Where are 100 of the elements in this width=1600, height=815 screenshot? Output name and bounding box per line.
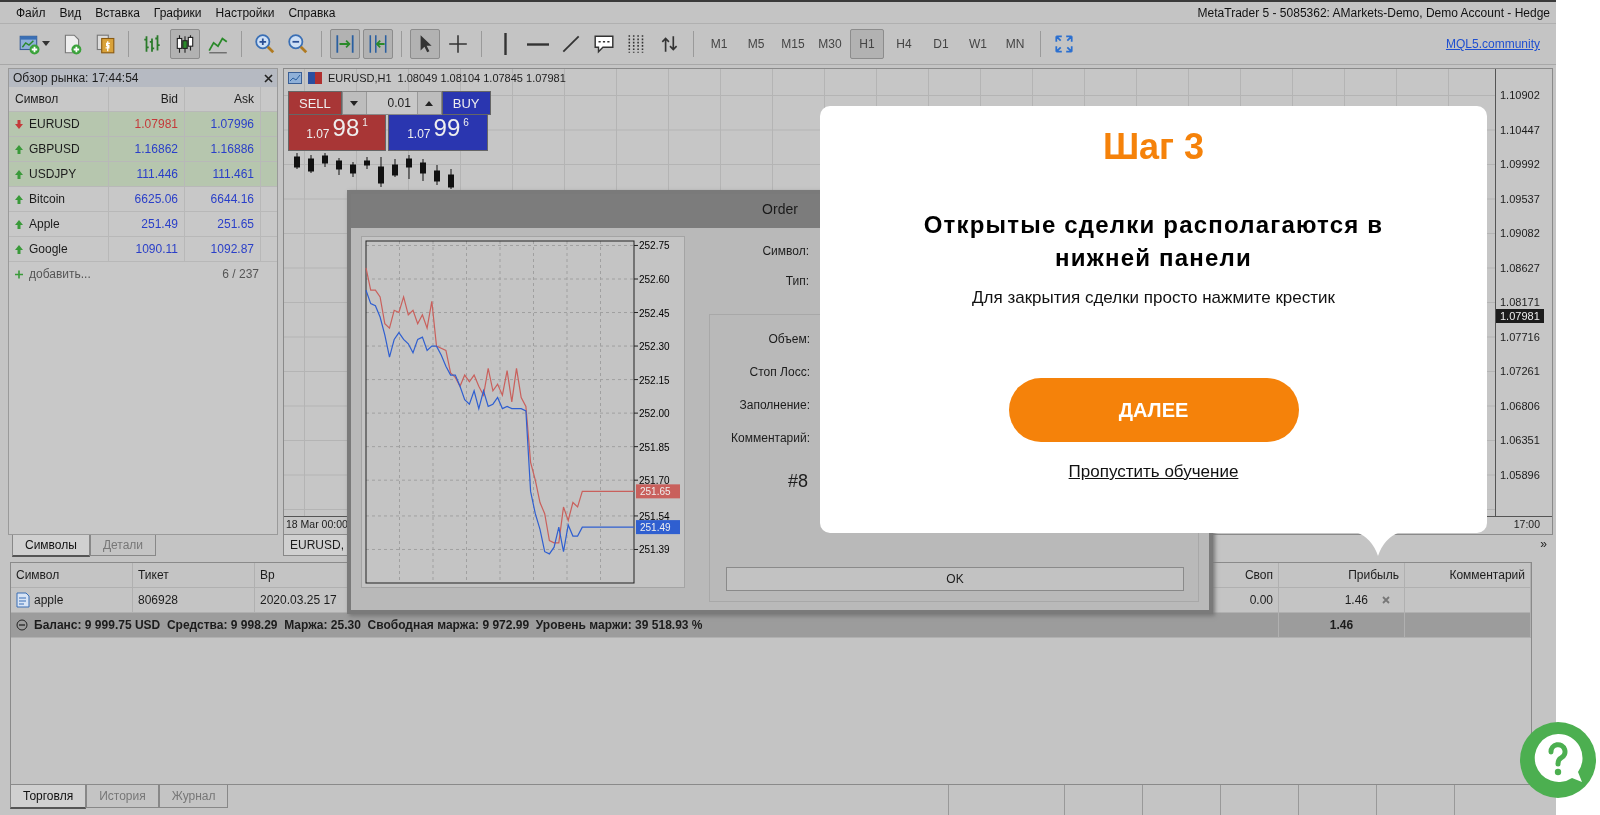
price-label: 1.10902 bbox=[1499, 89, 1540, 101]
column-header: Символ bbox=[11, 563, 133, 588]
price-label: 1.10447 bbox=[1499, 123, 1540, 136]
chart-window-icon bbox=[18, 33, 40, 55]
y-tick-label: 252.30 bbox=[639, 341, 671, 353]
field-label: Символ: bbox=[761, 243, 809, 260]
timeframe-button[interactable]: M30 bbox=[813, 29, 847, 59]
add-symbol-link[interactable]: добавить... bbox=[29, 267, 91, 281]
price-label: 1.06806 bbox=[1499, 399, 1540, 412]
window-title: MetaTrader 5 - 5085362: AMarkets-Demo, Demo Account - Hedge bbox=[1197, 5, 1550, 20]
candlestick-icon bbox=[174, 33, 196, 55]
shift-right-button[interactable] bbox=[330, 29, 360, 59]
axis-tick-label: 251.39 bbox=[633, 544, 670, 556]
candle bbox=[350, 161, 356, 178]
y-tick-label: 252.45 bbox=[639, 307, 671, 319]
candle bbox=[322, 153, 328, 168]
bid-price: 6625.06 bbox=[109, 187, 185, 211]
menu-item[interactable]: Вид bbox=[59, 5, 82, 20]
horizontal-line-icon bbox=[527, 42, 549, 46]
timeframe-button[interactable]: M5 bbox=[739, 29, 773, 59]
table-cell: 1.46 bbox=[1344, 593, 1368, 607]
field-label: Заполнение: bbox=[738, 397, 810, 414]
symbol-row[interactable]: USDJPY 111.446 111.461 bbox=[9, 162, 277, 187]
symbol-row[interactable]: GBPUSD 1.16862 1.16886 bbox=[9, 137, 277, 162]
y-tick-label: 252.00 bbox=[639, 408, 671, 420]
table-cell: apple bbox=[34, 593, 64, 607]
symbol-name: USDJPY bbox=[29, 167, 77, 181]
panel-tab[interactable]: Торговля bbox=[10, 785, 87, 809]
skip-tutorial-link[interactable]: Пропустить обучение bbox=[1068, 462, 1239, 482]
time-label: 17:00 bbox=[1513, 518, 1540, 532]
chart-window-icon bbox=[288, 72, 302, 84]
ask-price: 251.65 bbox=[185, 212, 261, 236]
ok-button[interactable]: OK bbox=[726, 567, 1184, 591]
candle bbox=[420, 158, 426, 182]
menu-item[interactable]: Вставка bbox=[95, 5, 140, 20]
price-label: 1.08627 bbox=[1499, 261, 1540, 274]
timeframe-button[interactable]: H4 bbox=[887, 29, 921, 59]
buy-button[interactable]: BUY bbox=[441, 91, 491, 115]
ticket-number: #8 bbox=[788, 471, 809, 492]
step-title: Шаг 3 bbox=[1102, 126, 1205, 168]
bid-price: 1.16862 bbox=[109, 137, 185, 161]
symbol-row[interactable]: Bitcoin 6625.06 6644.16 bbox=[9, 187, 277, 212]
column-header: Bid bbox=[109, 87, 185, 111]
timeframe-button[interactable]: MN bbox=[998, 29, 1032, 59]
candle bbox=[364, 156, 370, 170]
timeframe-button[interactable]: D1 bbox=[924, 29, 958, 59]
menu-item[interactable]: Графики bbox=[153, 5, 202, 20]
time-label: 18 Mar 00:00 bbox=[286, 518, 348, 532]
timeframe-button[interactable]: M15 bbox=[776, 29, 810, 59]
axis-tick-label: 252.75 bbox=[633, 240, 670, 252]
speech-bubble-icon bbox=[593, 33, 615, 55]
help-chat-button[interactable] bbox=[1518, 720, 1596, 800]
price-tag: 251.49 bbox=[636, 520, 680, 535]
candle bbox=[308, 154, 314, 174]
timeframe-button[interactable]: M1 bbox=[702, 29, 736, 59]
symbol-row[interactable]: EURUSD 1.07981 1.07996 bbox=[9, 112, 277, 137]
popup-heading: Открытые сделки располагаются в нижней панели bbox=[922, 210, 1385, 273]
symbol-row[interactable]: Google 1090.11 1092.87 bbox=[9, 237, 277, 262]
ask-price: 111.461 bbox=[185, 162, 261, 186]
plus-icon[interactable] bbox=[15, 269, 23, 279]
symbol-row[interactable]: Apple 251.49 251.65 bbox=[9, 212, 277, 237]
community-link[interactable]: MQL5.community bbox=[1445, 37, 1540, 51]
symbol-name: Apple bbox=[29, 217, 60, 231]
expand-icon bbox=[1053, 33, 1075, 55]
menu-item[interactable]: Файл bbox=[16, 5, 46, 20]
total-profit: 1.46 bbox=[1279, 613, 1405, 638]
price-label: 1.09992 bbox=[1499, 158, 1540, 170]
panel-tab[interactable]: Символы bbox=[12, 535, 90, 557]
symbol-name: Bitcoin bbox=[29, 192, 66, 206]
axis-tick-label: 251.85 bbox=[633, 441, 670, 453]
shift-left-icon bbox=[367, 33, 389, 55]
column-header: Прибыль bbox=[1279, 563, 1405, 588]
field-label: Комментарий: bbox=[730, 430, 810, 447]
shift-right-icon bbox=[334, 33, 356, 55]
shift-left-button[interactable] bbox=[363, 29, 393, 59]
bid-price: 251.49 bbox=[109, 212, 185, 236]
candle bbox=[294, 153, 300, 170]
axis-tick-label: 251.70 bbox=[633, 475, 670, 487]
more-tabs-button[interactable]: » bbox=[1534, 535, 1553, 553]
account-summary: Баланс: 9 999.75 USD Средства: 9 998.29 Маржа: 25.30 Свободная маржа: 9 972.99 Уровень маржи: 39 518.93 % bbox=[34, 618, 703, 632]
y-tick-label: 252.60 bbox=[639, 274, 671, 285]
menu-item[interactable]: Справка bbox=[288, 5, 336, 20]
collapse-icon[interactable] bbox=[16, 619, 28, 631]
price-label: 1.08171 bbox=[1499, 296, 1540, 308]
close-icon[interactable] bbox=[264, 73, 273, 83]
popup-text: Для закрытия сделки просто нажмите крестик bbox=[972, 288, 1335, 308]
candle bbox=[378, 156, 384, 188]
zoom-in-icon bbox=[254, 33, 276, 55]
field-label: Стоп Лосс: bbox=[748, 364, 810, 381]
price-tag: 251.65 bbox=[636, 484, 680, 499]
timeframe-button[interactable]: W1 bbox=[961, 29, 995, 59]
menu-item[interactable]: Настройки bbox=[215, 5, 275, 20]
y-tick-label: 251.54 bbox=[639, 510, 671, 522]
cursor-button[interactable] bbox=[410, 29, 440, 59]
axis-tick-label: 252.60 bbox=[633, 274, 670, 285]
sell-button[interactable]: SELL bbox=[288, 91, 342, 115]
field-label: Объем: bbox=[767, 331, 810, 348]
candlestick-button[interactable] bbox=[170, 29, 200, 59]
crosshair-icon bbox=[447, 33, 469, 55]
timeframe-button[interactable]: H1 bbox=[850, 29, 884, 59]
